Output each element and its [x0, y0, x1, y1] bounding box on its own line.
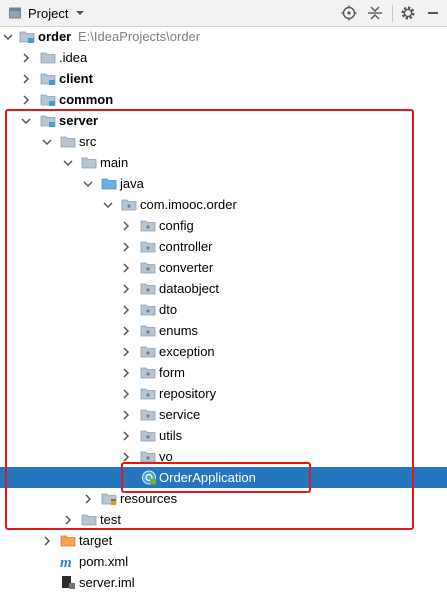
chevron-right-icon[interactable]: [20, 52, 32, 64]
panel-title[interactable]: Project: [28, 6, 68, 21]
locate-target-icon[interactable]: [341, 5, 357, 21]
gear-icon[interactable]: [400, 5, 416, 21]
project-toolbar: Project: [0, 0, 447, 27]
collapse-all-icon[interactable]: [367, 5, 383, 21]
excluded-folder-icon: [60, 535, 76, 547]
chevron-right-icon[interactable]: [20, 94, 32, 106]
tree-row-target[interactable]: target: [0, 530, 447, 551]
tree-row-order[interactable]: order E:\IdeaProjects\order: [0, 26, 447, 47]
chevron-right-icon[interactable]: [20, 73, 32, 85]
toolbar-separator: [392, 5, 393, 22]
tree-label-order: order: [38, 29, 72, 44]
tree-label-iml: server.iml: [79, 575, 135, 590]
module-file-icon: [62, 576, 75, 589]
tree-row-pom[interactable]: m pom.xml: [0, 551, 447, 572]
tree-label-client: client: [59, 71, 93, 86]
folder-icon: [40, 52, 56, 64]
module-folder-icon: [19, 31, 35, 43]
module-path: E:\IdeaProjects\order: [78, 29, 201, 44]
tree-row-client[interactable]: client: [0, 68, 447, 89]
svg-text:m: m: [60, 555, 72, 569]
hide-panel-icon[interactable]: [425, 5, 441, 21]
chevron-down-icon[interactable]: [2, 31, 14, 43]
dropdown-chevron-icon[interactable]: [75, 7, 85, 19]
module-folder-icon: [40, 73, 56, 85]
order-application-highlight: [121, 462, 311, 493]
tree-label-idea: .idea: [59, 50, 88, 65]
maven-file-icon: m: [60, 555, 72, 569]
tree-label-pom: pom.xml: [79, 554, 129, 569]
chevron-right-icon[interactable]: [41, 535, 53, 547]
module-folder-icon: [40, 94, 56, 106]
tree-label-target: target: [79, 533, 113, 548]
project-panel-icon: [9, 7, 21, 19]
tree-label-common: common: [59, 92, 114, 107]
tree-row-idea[interactable]: .idea: [0, 47, 447, 68]
tree-row-common[interactable]: common: [0, 89, 447, 110]
